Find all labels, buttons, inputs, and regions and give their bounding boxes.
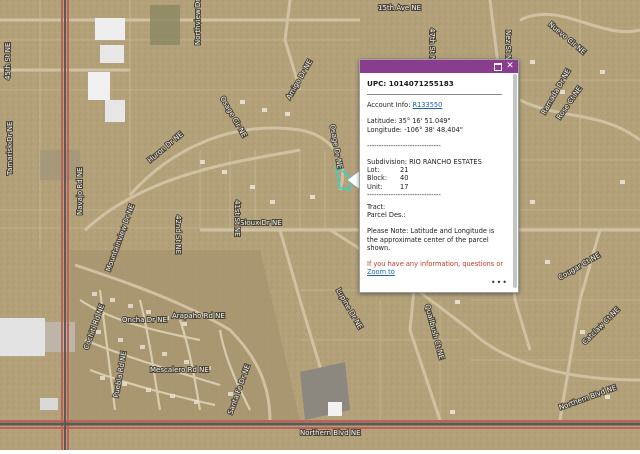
divider <box>367 94 502 96</box>
svg-text:45th St NE: 45th St NE <box>4 43 12 80</box>
upc-text: UPC: 1014071255183 <box>367 80 454 88</box>
zoom-to-link[interactable]: Zoom to <box>367 268 395 276</box>
more-options-button[interactable]: ••• <box>491 278 508 287</box>
unit-value: 17 <box>400 182 409 191</box>
block-row: Block: 40 <box>367 174 506 182</box>
popup-content[interactable]: UPC: 1014071255183 Account Info: R133550… <box>367 80 506 291</box>
lot-row: Lot: 21 <box>367 166 506 174</box>
svg-text:Arapaho Rd NE: Arapaho Rd NE <box>172 312 225 320</box>
svg-text:Northview Dr NE: Northview Dr NE <box>194 0 202 45</box>
svg-text:41st St NE: 41st St NE <box>233 200 241 237</box>
svg-text:Tamarisk Dr NE: Tamarisk Dr NE <box>6 122 14 176</box>
close-button[interactable]: ✕ <box>505 61 515 71</box>
map-view[interactable]: 15th Ave NE 47th St NE Nez St NE Nuevo C… <box>0 0 640 450</box>
info-request-text: If you have any information, questions o… <box>367 260 504 269</box>
latitude-text: Latitude: 35° 16' 51.049" <box>367 117 451 126</box>
aerial-imagery[interactable]: 15th Ave NE 47th St NE Nez St NE Nuevo C… <box>0 0 640 450</box>
svg-text:Sioux Dr NE: Sioux Dr NE <box>240 219 282 227</box>
maximize-button[interactable] <box>493 61 503 71</box>
tract-text: Tract: <box>367 203 386 212</box>
longitude-text: Longitude: -106° 38' 48.404" <box>367 125 463 134</box>
lot-value: 21 <box>400 166 409 175</box>
note-text: Please Note: Latitude and Longitude is t… <box>367 227 495 252</box>
subdivision-text: Subdivision: RIO RANCHO ESTATES <box>367 158 482 167</box>
parcel-info-popup: ✕ UPC: 1014071255183 Account Info: R1335… <box>359 59 519 293</box>
svg-text:Navajo Rd NE: Navajo Rd NE <box>76 167 84 215</box>
svg-text:Northern Blvd NE: Northern Blvd NE <box>300 429 361 437</box>
unit-row: Unit: 17 <box>367 183 506 191</box>
dash-separator-2: ------------------------------- <box>367 190 441 199</box>
block-value: 40 <box>400 174 409 183</box>
dash-separator: ------------------------------- <box>367 141 441 150</box>
block-label: Block: <box>367 174 388 183</box>
popup-scrollbar[interactable] <box>513 74 517 288</box>
popup-header-bar: ✕ <box>360 60 518 73</box>
svg-text:15th Ave NE: 15th Ave NE <box>378 4 421 12</box>
svg-text:Mescalero Rd NE: Mescalero Rd NE <box>150 366 209 374</box>
account-info-label: Account Info: <box>367 101 411 110</box>
unit-label: Unit: <box>367 182 383 191</box>
svg-text:42nd St NE: 42nd St NE <box>174 215 182 254</box>
lot-label: Lot: <box>367 166 380 175</box>
account-info-link[interactable]: R133550 <box>413 101 443 109</box>
account-info-line: Account Info: R133550 <box>367 101 506 109</box>
svg-text:Oncha Dr NE: Oncha Dr NE <box>122 316 167 324</box>
parcel-des-text: Parcel Des.: <box>367 211 406 220</box>
store-building <box>0 318 45 356</box>
maximize-icon <box>494 63 502 71</box>
parking-lot <box>300 362 350 420</box>
